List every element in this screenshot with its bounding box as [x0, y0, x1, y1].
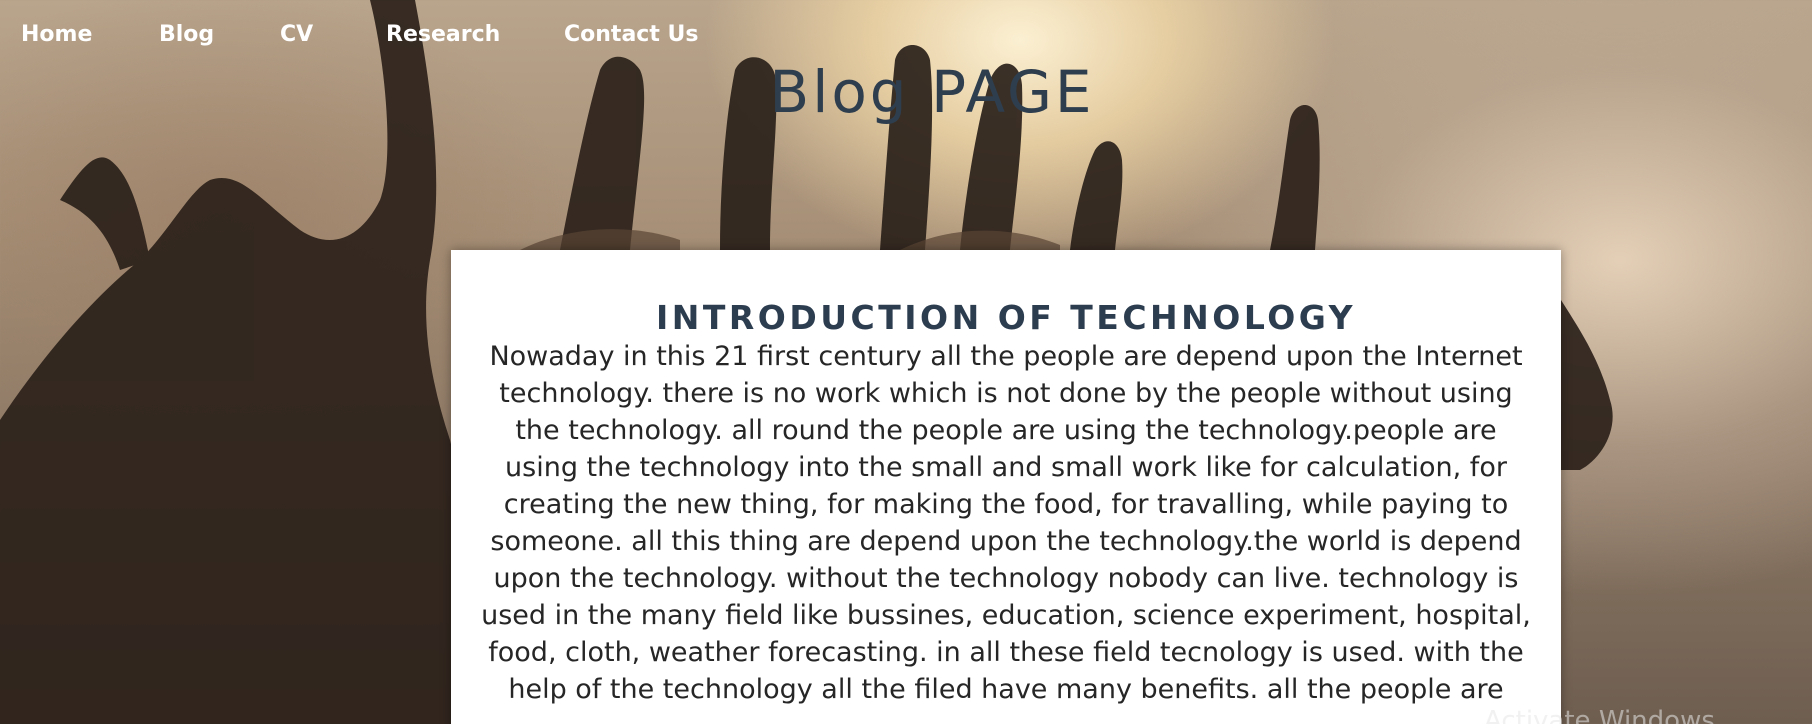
- activation-watermark: Activate Windows: [1484, 706, 1715, 724]
- nav-item-blog[interactable]: Blog: [159, 22, 214, 47]
- article-panel: INTRODUCTION OF TECHNOLOGY Nowaday in th…: [451, 250, 1561, 724]
- article-body: Nowaday in this 21 first century all the…: [481, 341, 1531, 705]
- nav-item-cv[interactable]: CV: [280, 22, 313, 47]
- page-title: Blog PAGE: [769, 58, 1095, 126]
- article-heading: INTRODUCTION OF TECHNOLOGY: [655, 298, 1357, 337]
- nav-item-contact-us[interactable]: Contact Us: [564, 22, 698, 47]
- nav-item-research[interactable]: Research: [386, 22, 500, 47]
- nav-item-home[interactable]: Home: [21, 22, 92, 47]
